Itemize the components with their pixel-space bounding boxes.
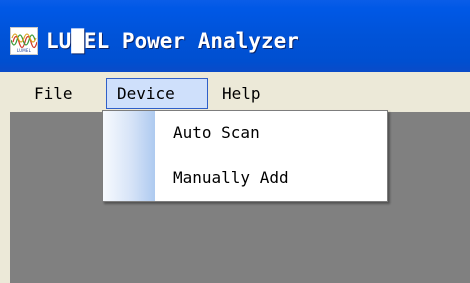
lumel-logo-icon[interactable]: LUMEL <box>10 27 38 55</box>
menu-icon-gutter <box>103 111 155 201</box>
menu-item-auto-scan[interactable]: Auto Scan <box>173 121 260 145</box>
logo-caption: LUMEL <box>16 48 32 53</box>
device-dropdown-menu: Auto Scan Manually Add <box>102 110 388 202</box>
menu-device[interactable]: Device <box>106 78 208 109</box>
window-frame-left <box>0 112 10 283</box>
menu-file[interactable]: File <box>34 78 73 109</box>
title-bar[interactable]: LUMEL LU█EL Power Analyzer <box>0 0 470 72</box>
menu-item-manually-add[interactable]: Manually Add <box>173 166 289 190</box>
app-window: LUMEL LU█EL Power Analyzer File Device H… <box>0 0 470 283</box>
menu-help[interactable]: Help <box>222 78 261 109</box>
menu-bar: File Device Help <box>0 72 470 112</box>
window-title: LU█EL Power Analyzer <box>46 29 299 53</box>
